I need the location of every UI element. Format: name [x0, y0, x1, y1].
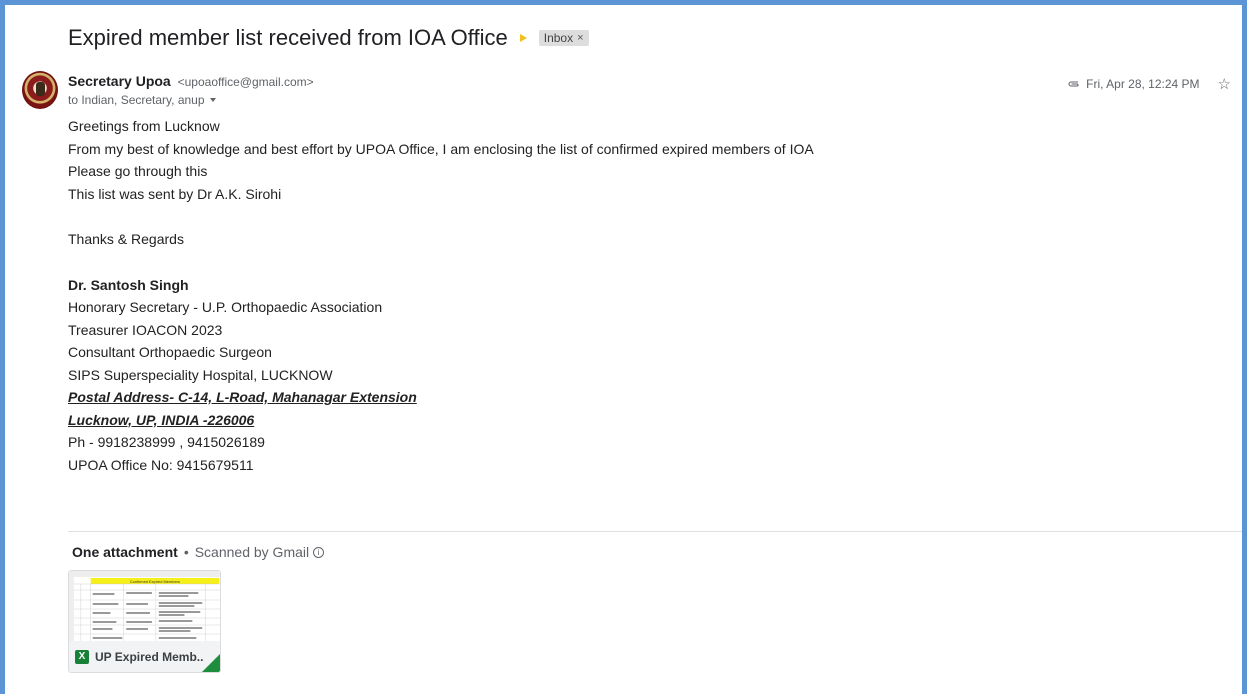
scan-status: Scanned by Gmail: [194, 544, 310, 560]
sender-line: Secretary Upoa <upoaoffice@gmail.com>: [68, 73, 314, 89]
inbox-label-chip[interactable]: Inbox ×: [538, 30, 589, 46]
postal-address-line: Postal Address- C-14, L-Road, Mahanagar …: [68, 389, 417, 405]
phone-line: Ph - 9918238999 , 9415026189: [68, 434, 265, 450]
sender-name[interactable]: Secretary Upoa: [68, 73, 171, 89]
signature-title: Consultant Orthopaedic Surgeon: [68, 344, 272, 360]
message-body: Greetings from Lucknow From my best of k…: [68, 115, 814, 476]
recipients-line[interactable]: to Indian, Secretary, anup: [68, 93, 216, 107]
attachments-divider: [68, 531, 1242, 532]
attachment-footer: X UP Expired Memb...: [69, 641, 220, 672]
body-line: Greetings from Lucknow: [68, 118, 220, 134]
recipients-text: to Indian, Secretary, anup: [68, 93, 205, 107]
office-phone-line: UPOA Office No: 9415679511: [68, 456, 254, 473]
sheets-fold-icon: [202, 654, 220, 672]
show-details-chevron-icon[interactable]: [209, 98, 216, 102]
subject-row: Expired member list received from IOA Of…: [68, 25, 589, 51]
preview-title: Confirmed Expired Members: [130, 579, 180, 584]
sender-email: <upoaoffice@gmail.com>: [177, 75, 314, 89]
signature-title: Honorary Secretary - U.P. Orthopaedic As…: [68, 299, 383, 315]
signature-hospital: SIPS Superspeciality Hospital, LUCKNOW: [68, 366, 333, 383]
sender-avatar[interactable]: [22, 71, 58, 109]
body-line: From my best of knowledge and best effor…: [68, 140, 814, 157]
email-subject: Expired member list received from IOA Of…: [68, 25, 508, 50]
star-icon[interactable]: ☆: [1218, 75, 1231, 93]
spreadsheet-preview: Confirmed Expired Members: [69, 571, 220, 643]
signature-title: Treasurer IOACON 2023: [68, 321, 223, 338]
message-date: Fri, Apr 28, 12:24 PM: [1086, 77, 1200, 91]
attachments-header: One attachment • Scanned by Gmail i: [72, 544, 325, 560]
label-text: Inbox: [543, 31, 574, 45]
importance-marker-icon[interactable]: [519, 34, 527, 42]
excel-file-icon: X: [75, 649, 89, 664]
regards-line: Thanks & Regards: [68, 231, 184, 247]
attachment-count: One attachment: [72, 544, 178, 560]
body-line: This list was sent by Dr A.K. Sirohi: [68, 185, 282, 202]
message-meta: Fri, Apr 28, 12:24 PM ☆: [1066, 75, 1231, 93]
email-view: Expired member list received from IOA Of…: [5, 5, 1242, 694]
attachment-card[interactable]: Confirmed Expired Members X UP Expired M…: [68, 570, 221, 673]
postal-address-line: Lucknow, UP, INDIA -226006: [68, 411, 255, 428]
info-icon[interactable]: i: [313, 546, 325, 558]
signature-name: Dr. Santosh Singh: [68, 276, 189, 293]
separator-dot: •: [183, 544, 189, 560]
remove-label-icon[interactable]: ×: [577, 32, 583, 44]
body-line: Please go through this: [68, 163, 208, 179]
paperclip-icon: [1068, 81, 1079, 87]
attachment-filename: UP Expired Memb...: [95, 649, 203, 664]
